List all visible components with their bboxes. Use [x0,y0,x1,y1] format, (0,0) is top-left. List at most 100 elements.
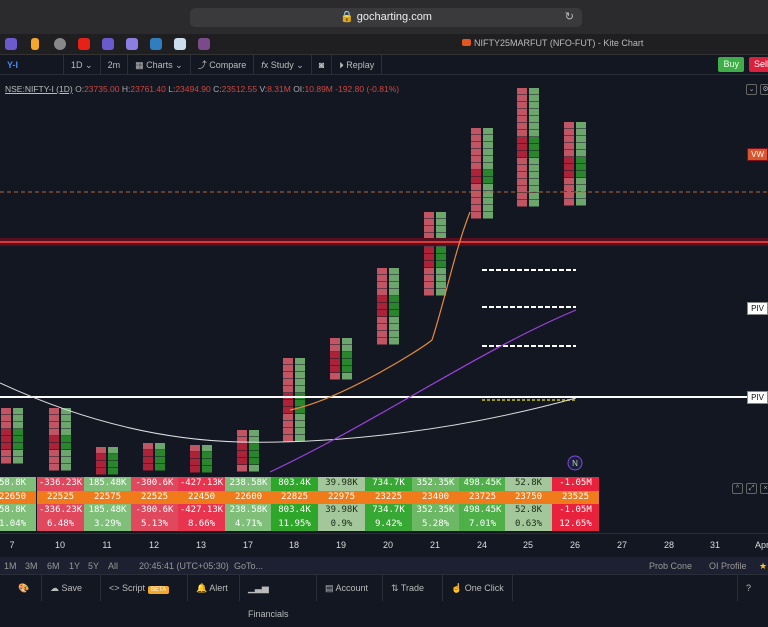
footprint-cell [564,178,574,185]
financials-button[interactable]: ▁▃▅ Financials [240,575,317,619]
oi-data-table: 58.8K 22650 58.8K 1.04% -336.23K 22525 -336.23… [0,477,768,531]
footprint-cell [143,464,153,471]
script-button[interactable]: <> Script BETA [101,575,188,601]
table-column: -427.13K 22450 -427.13K 8.66% [178,477,225,531]
save-button[interactable]: ☁ Save [42,575,101,601]
study-dropdown[interactable]: fx Study ⌄ [254,54,312,75]
price-cell: 22825 [271,490,318,504]
collapse-legend-button[interactable]: ⌄ [746,84,757,95]
compare-button[interactable]: ⤴ Compare [191,54,255,75]
footprint-cell [330,352,340,359]
tab-title[interactable]: NIFTY25MARFUT (NFO-FUT) - Kite Chart [462,38,643,48]
range-all[interactable]: All [108,561,118,571]
address-bar[interactable]: 🔒 gocharting.com ↻ [190,8,582,27]
screenshot-button[interactable]: ◙ [312,54,333,75]
footprint-cell [471,163,481,170]
footprint-cell [237,451,247,458]
youtube-icon[interactable] [78,38,90,50]
favorite-icon[interactable] [198,38,210,50]
footprint-cell [377,324,387,331]
play-circle-icon: ⏵ [339,59,344,70]
footprint-cell [1,415,11,422]
favorite-icon[interactable] [174,38,186,50]
price-cell: 22650 [0,490,36,504]
buy-button[interactable]: Buy [718,57,744,72]
goto-button[interactable]: GoTo... [234,561,263,571]
footprint-cell [517,109,527,116]
footprint-cell [576,129,586,136]
footprint-cell [1,443,11,450]
favorite-icon[interactable] [102,38,114,50]
star-icon[interactable]: ★ [759,561,767,572]
chart-toolbar: Y-I 1D ⌄ 2m ▦ Charts ⌄ ⤴ Compare fx Stud… [0,54,768,75]
favorite-icon[interactable] [54,38,66,50]
alert-button[interactable]: 🔔 Alert [188,575,240,601]
footprint-cell [283,365,293,372]
legend-symbol[interactable]: NSE:NIFTY-I (1D) [5,84,73,94]
oi-change-cell: 734.7K [365,504,412,518]
refresh-icon[interactable]: ↻ [565,8,574,27]
chart-canvas[interactable]: N [0,75,768,475]
collapse-up-icon[interactable]: ^ [732,483,743,494]
percent-cell: 4.71% [225,517,272,531]
settings-button[interactable]: ⚙ [760,84,768,95]
timeframe-button[interactable]: 2m [101,54,129,75]
price-cell: 22975 [318,490,365,504]
time-axis-label: 7 [9,540,15,550]
symbol-selector[interactable]: Y-I [0,54,64,75]
trade-button[interactable]: ⇅ Trade [383,575,443,601]
trade-icon: ⇅ [391,583,399,593]
footprint-cell [564,171,574,178]
footprint-cell [424,254,434,261]
footprint-cell [483,205,493,212]
footprint-cell [61,464,71,471]
charts-dropdown[interactable]: ▦ Charts ⌄ [128,54,191,75]
time-axis-label: 11 [102,540,112,550]
range-1y[interactable]: 1Y [69,561,80,571]
charts-label: Charts [146,59,173,70]
footprint-cell [564,185,574,192]
oi-profile-button[interactable]: OI Profile [709,561,747,571]
time-axis-label: 27 [616,540,628,550]
one-click-button[interactable]: ☝ One Click [443,575,513,601]
vwap-price-label: VW [747,148,768,161]
account-button[interactable]: ▤ Account [317,575,383,601]
theme-button[interactable]: 🎨 [10,575,42,601]
footprint-cell [295,379,305,386]
percent-cell: 9.42% [365,517,412,531]
footprint-cell [13,443,23,450]
analytics-icon[interactable] [31,38,39,50]
footprint-cell [1,436,11,443]
range-6m[interactable]: 6M [47,561,60,571]
footprint-cell [295,365,305,372]
percent-cell: 0.9% [318,517,365,531]
footprint-cell [576,192,586,199]
range-1m[interactable]: 1M [4,561,17,571]
table-column: 734.7K 23225 734.7K 9.42% [365,477,412,531]
prob-cone-button[interactable]: Prob Cone [649,561,692,571]
oi-change-cell: 803.4K [271,477,318,491]
interval-dropdown[interactable]: 1D ⌄ [64,54,101,75]
range-3m[interactable]: 3M [25,561,38,571]
price-cell: 22525 [131,490,178,504]
time-axis-label: 13 [195,540,207,550]
favorite-icon[interactable] [126,38,138,50]
time-axis-label: 12 [148,540,160,550]
favorite-icon[interactable] [150,38,162,50]
favorite-icon[interactable] [5,38,17,50]
range-5y[interactable]: 5Y [88,561,99,571]
close-icon[interactable]: × [760,483,768,494]
expand-icon[interactable]: ⤢ [746,483,757,494]
oi-change-cell: 39.98K [318,477,365,491]
table-column: 238.58K 22600 238.58K 4.71% [225,477,272,531]
replay-button[interactable]: ⏵ Replay [332,54,383,75]
footprint-cell [283,372,293,379]
help-button[interactable]: ? [737,575,768,601]
footprint-cell [49,457,59,464]
footprint-cell [576,185,586,192]
footprint-cell [436,275,446,282]
time-axis[interactable]: 7 10 11 12 13 17 18 19 20 21 24 25 26 27 28 31 Apr [0,533,768,555]
sell-button[interactable]: Sell [748,57,768,72]
oi-change-cell: -1.05M [552,504,599,518]
browser-bar: 🔒 gocharting.com ↻ [0,0,768,34]
